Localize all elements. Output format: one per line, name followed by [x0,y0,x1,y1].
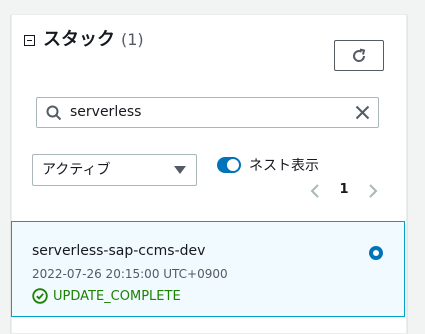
page-number[interactable]: 1 [336,182,352,197]
search-icon [46,105,62,121]
pagination: 1 [300,180,384,202]
toggle-switch[interactable] [217,157,241,173]
panel-header: スタック (1) [24,28,144,52]
nested-view-toggle[interactable]: ネスト表示 [217,155,319,175]
clear-search-icon[interactable] [355,105,370,120]
search-field [36,97,379,128]
stack-list-item[interactable]: serverless-sap-ccms-dev 2022-07-26 20:15… [11,221,405,317]
chevron-right-icon[interactable] [366,183,380,199]
stack-name: serverless-sap-ccms-dev [32,243,206,259]
status-filter-select[interactable]: アクティブ [32,154,197,186]
stack-status: UPDATE_COMPLETE [32,288,181,304]
nested-view-label: ネスト表示 [249,158,319,174]
page-title: スタック [43,29,115,50]
refresh-button[interactable] [334,40,384,71]
stack-count: (1) [121,30,144,49]
stack-status-text: UPDATE_COMPLETE [53,288,181,304]
stack-created-time: 2022-07-26 20:15:00 UTC+0900 [32,267,228,281]
search-input[interactable] [70,98,340,127]
refresh-icon [353,48,366,62]
check-circle-icon [32,288,48,304]
status-filter-value: アクティブ [42,162,111,178]
caret-down-icon [174,166,186,174]
collapse-icon[interactable] [24,34,35,46]
chevron-left-icon[interactable] [308,183,322,199]
stack-select-radio[interactable] [369,246,383,260]
